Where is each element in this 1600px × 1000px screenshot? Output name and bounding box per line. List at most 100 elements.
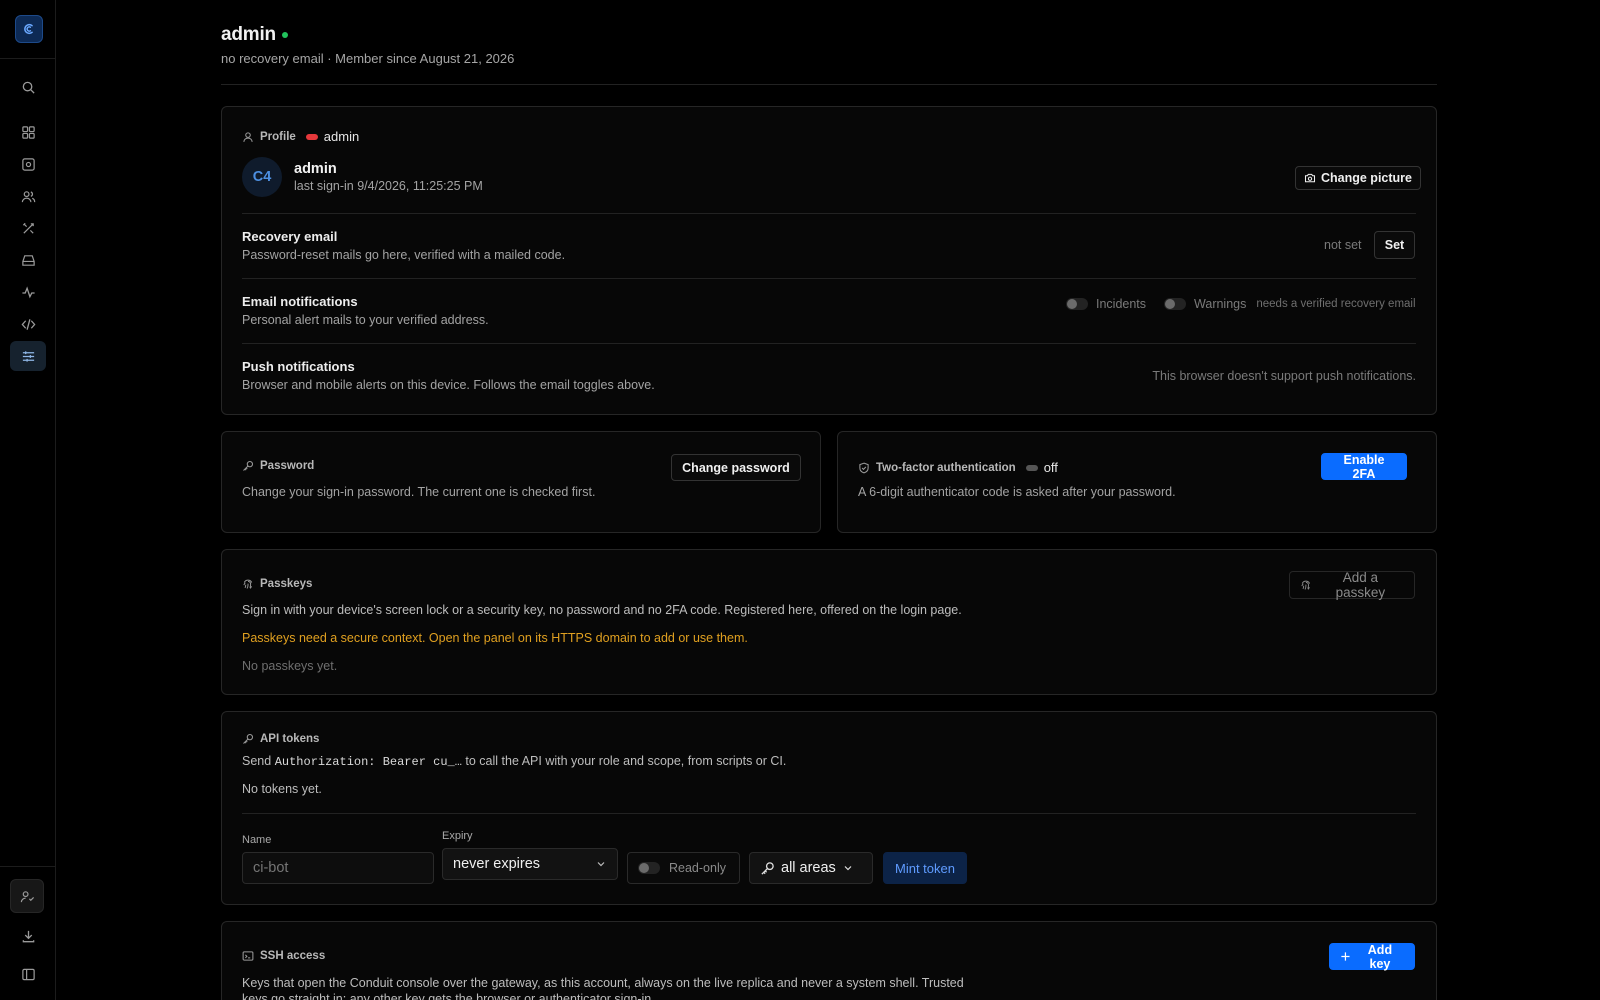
api-tokens-heading-label: API tokens (260, 733, 320, 745)
key-icon (243, 733, 254, 744)
token-name-label: Name (242, 834, 272, 846)
two-factor-heading-label: Two-factor authentication (876, 461, 1016, 474)
role-badge-dot (305, 133, 318, 140)
email-notifications-hint: needs a verified recovery email (1256, 298, 1416, 310)
password-heading: Password (242, 460, 314, 472)
chevron-down-icon (844, 866, 852, 871)
user-icon (243, 131, 253, 142)
row-divider (242, 343, 1416, 344)
users-icon[interactable] (14, 182, 42, 210)
token-expiry-select[interactable]: never expires (442, 848, 618, 880)
two-factor-desc: A 6-digit authenticator code is asked af… (858, 485, 1176, 499)
push-notifications-desc: Browser and mobile alerts on this device… (242, 378, 655, 392)
api-tokens-desc-post: to call the API with your role and scope… (465, 754, 787, 768)
ssh-access-card: SSH access Keys that open the Conduit co… (221, 921, 1437, 1000)
recovery-email-title: Recovery email (242, 229, 338, 244)
set-recovery-email-button[interactable]: Set (1374, 231, 1415, 259)
sidebar-toggle-icon[interactable] (14, 960, 42, 988)
passkeys-heading: Passkeys (242, 578, 312, 590)
recovery-email-status: not set (1324, 238, 1362, 252)
passkeys-empty: No passkeys yet. (242, 659, 338, 673)
readonly-toggle[interactable] (638, 862, 660, 874)
readonly-toggle-field[interactable]: Read-only (627, 852, 740, 884)
tools-icon[interactable] (14, 214, 42, 242)
mint-token-button[interactable]: Mint token (883, 852, 967, 884)
api-tokens-desc-pre: Send (242, 754, 272, 768)
add-passkey-button[interactable]: Add a passkey (1289, 570, 1415, 600)
chevron-down-icon (597, 862, 605, 867)
sidebar-divider (0, 866, 56, 867)
account-icon[interactable] (10, 879, 44, 913)
password-card: Password Change your sign-in password. T… (221, 431, 821, 533)
api-tokens-card: API tokens Send Authorization: Bearer cu… (221, 711, 1437, 905)
fingerprint-icon (243, 579, 253, 589)
incidents-label: Incidents (1096, 297, 1147, 311)
incidents-toggle[interactable] (1066, 298, 1088, 310)
two-factor-heading: Two-factor authentication off (858, 460, 1058, 475)
add-ssh-key-label: Add key (1367, 942, 1393, 971)
row-divider (242, 278, 1416, 279)
token-expiry-value: never expires (453, 856, 541, 872)
ssh-desc: Keys that open the Conduit console over … (242, 976, 964, 1000)
passkeys-heading-label: Passkeys (260, 578, 313, 590)
role-badge: admin (323, 129, 360, 144)
profile-heading-label: Profile (260, 130, 296, 143)
passkeys-card: Passkeys Sign in with your device's scre… (221, 549, 1437, 695)
sidebar (0, 0, 56, 1000)
key-icon (243, 460, 254, 471)
last-signin: last sign-in 9/4/2026, 11:25:25 PM (294, 179, 483, 193)
api-tokens-empty: No tokens yet. (242, 782, 322, 796)
readonly-label: Read-only (669, 861, 726, 875)
two-factor-card: Two-factor authentication off A 6-digit … (837, 431, 1437, 533)
sidebar-divider (0, 58, 56, 59)
download-icon[interactable] (14, 922, 42, 950)
activity-icon[interactable] (14, 278, 42, 306)
plus-icon (1341, 952, 1350, 961)
change-picture-button[interactable]: Change picture (1295, 166, 1421, 190)
two-factor-status-dot (1025, 464, 1038, 471)
change-picture-label: Change picture (1321, 171, 1412, 185)
password-desc: Change your sign-in password. The curren… (242, 485, 596, 499)
logo-icon (24, 23, 33, 35)
ssh-heading-label: SSH access (260, 950, 326, 962)
online-status-dot (282, 32, 288, 38)
token-expiry-label: Expiry (442, 830, 473, 842)
password-heading-label: Password (260, 460, 315, 472)
two-factor-state: off (1043, 460, 1058, 475)
ssh-heading: SSH access (242, 950, 325, 962)
page-title: admin (221, 24, 276, 45)
api-tokens-desc: Send Authorization: Bearer cu_… to call … (242, 754, 786, 769)
recovery-email-desc: Password-reset mails go here, verified w… (242, 248, 566, 262)
terminal-icon (242, 951, 254, 961)
token-name-input[interactable] (242, 852, 434, 884)
push-notifications-status: This browser doesn't support push notifi… (1152, 369, 1416, 383)
shield-check-icon (859, 462, 869, 473)
storage-icon[interactable] (14, 246, 42, 274)
search-icon[interactable] (14, 73, 42, 101)
api-tokens-desc-code: Authorization: Bearer cu_… (274, 755, 462, 769)
token-scope-select[interactable]: all areas (749, 852, 873, 884)
warnings-toggle[interactable] (1164, 298, 1187, 310)
change-password-button[interactable]: Change password (671, 454, 801, 481)
servers-icon[interactable] (14, 150, 42, 178)
row-divider (242, 213, 1416, 214)
app-logo[interactable] (15, 15, 43, 43)
code-icon[interactable] (14, 310, 42, 338)
dashboard-icon[interactable] (14, 118, 42, 146)
profile-username: admin (294, 161, 337, 177)
push-notifications-title: Push notifications (242, 359, 355, 374)
email-notification-toggles: Incidents Warnings needs a verified reco… (1066, 297, 1416, 311)
enable-2fa-button[interactable]: Enable 2FA (1321, 453, 1407, 481)
camera-icon (1304, 173, 1316, 183)
warnings-label: Warnings (1194, 297, 1247, 311)
token-scope-value: all areas (781, 860, 836, 876)
settings-sliders-icon[interactable] (10, 341, 46, 371)
passkeys-warning: Passkeys need a secure context. Open the… (242, 631, 748, 645)
fingerprint-icon (1301, 580, 1311, 590)
row-divider (242, 813, 1416, 814)
profile-heading: Profile admin (242, 129, 359, 144)
profile-card: Profile admin C4 admin last sign-in 9/4/… (221, 106, 1437, 415)
email-notifications-title: Email notifications (242, 294, 358, 309)
page-subtitle: no recovery email · Member since August … (221, 51, 515, 66)
add-ssh-key-button[interactable]: Add key (1329, 942, 1415, 971)
